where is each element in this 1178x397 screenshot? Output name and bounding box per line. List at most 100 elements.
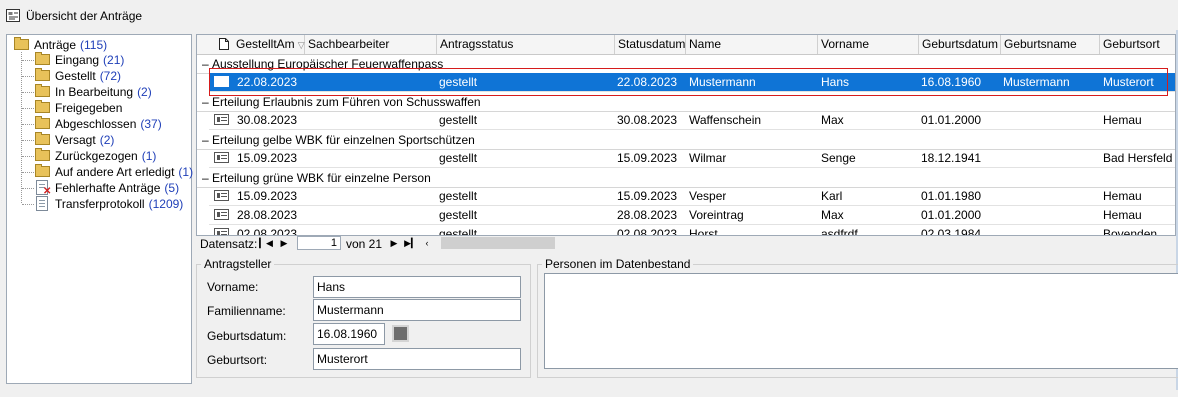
error-document-icon: ✕ [36,180,51,197]
tree-item-label: Versagt [55,133,96,147]
tree-item-label: Zurückgezogen [55,149,138,163]
collapse-icon[interactable]: – [202,131,209,149]
group-title: Erteilung grüne WBK für einzelne Person [212,171,431,185]
collapse-icon[interactable]: – [202,55,209,73]
cell-geburtsort: Hemau [1103,208,1142,222]
cell-vorname: Karl [821,189,843,203]
antraege-grid[interactable]: GestelltAm ▽ Sachbearbeiter Antragsstatus… [196,34,1176,236]
form-window-icon [6,9,20,22]
record-navigator: Datensatz: ▎◀ ▶ von 21 ▶ ▶▎ ‹ [196,234,556,252]
cell-name: Waffenschein [689,113,762,127]
sort-descending-icon: ▽ [297,40,305,50]
personen-list[interactable] [544,273,1178,369]
previous-record-button[interactable]: ▶ [276,236,292,251]
table-row[interactable]: 15.09.2023 gestellt 15.09.2023 Wilmar Se… [209,149,1175,168]
group-header[interactable]: – Erteilung gelbe WBK für einzelnen Spor… [197,131,1175,150]
collapse-icon[interactable]: – [202,169,209,187]
scroll-left-arrow-icon[interactable]: ‹ [421,236,433,251]
tree-item-count: (1) [178,165,194,179]
cell-antragsstatus: gestellt [439,113,478,127]
geburtsdatum-label: Geburtsdatum: [207,329,287,343]
tree-item-count: (2) [99,133,115,147]
record-card-icon [214,114,229,125]
cell-geburtsdatum: 01.01.2000 [921,113,982,127]
familienname-field[interactable]: Mustermann [313,299,521,321]
row-selector-header[interactable] [197,35,233,54]
table-row[interactable]: 30.08.2023 gestellt 30.08.2023 Waffensch… [209,111,1175,130]
tree-connector [22,76,34,77]
tree-item-count: (72) [99,69,122,83]
record-card-icon [214,152,229,163]
tree-item-label: Freigegeben [55,101,123,115]
window-titlebar: Übersicht der Anträge [0,0,1178,30]
vorname-field[interactable]: Hans [313,276,521,298]
cell-name: Voreintrag [689,208,744,222]
cell-statusdatum: 15.09.2023 [617,151,678,165]
geburtsort-label: Geburtsort: [207,353,268,367]
column-header-geburtsdatum[interactable]: Geburtsdatum [919,35,1001,54]
tree-item-count: (37) [140,117,162,131]
calendar-picker-button[interactable] [392,325,409,342]
tree-item-label: Eingang [55,53,100,67]
tree-connector [22,92,34,93]
cell-geburtsdatum: 02.03.1984 [921,227,982,236]
cell-gestelltam: 15.09.2023 [237,151,298,165]
collapse-icon[interactable]: – [202,93,209,111]
cell-gestelltam: 15.09.2023 [237,189,298,203]
cell-geburtsort: Hemau [1103,113,1142,127]
record-card-icon [214,190,229,201]
cell-geburtsdatum: 18.12.1941 [921,151,982,165]
column-header-gestelltam[interactable]: GestelltAm ▽ [233,35,305,54]
cell-statusdatum: 30.08.2023 [617,113,678,127]
cell-statusdatum: 28.08.2023 [617,208,678,222]
tree-connector [21,52,22,203]
tree-connector [22,188,34,189]
tree-item-count: (21) [103,53,125,67]
folder-icon [35,84,50,97]
next-record-button[interactable]: ▶ [386,236,402,251]
table-row[interactable]: 28.08.2023 gestellt 28.08.2023 Voreintra… [209,206,1175,225]
column-header-label: GestelltAm [236,37,295,51]
cell-vorname: Max [821,208,844,222]
tree-item-count: (1) [141,149,157,163]
current-record-input[interactable] [297,236,341,250]
tree-item-label: In Bearbeitung [55,85,134,99]
tree-connector [22,60,34,61]
geburtsdatum-field[interactable]: 16.08.1960 [313,323,385,345]
tree-connector [22,156,34,157]
tree-connector [22,204,34,205]
table-row[interactable]: 15.09.2023 gestellt 15.09.2023 Vesper Ka… [209,187,1175,206]
group-header[interactable]: – Erteilung grüne WBK für einzelne Perso… [197,169,1175,188]
cell-antragsstatus: gestellt [439,151,478,165]
cell-antragsstatus: gestellt [439,189,478,203]
column-header-statusdatum[interactable]: Statusdatum [615,35,686,54]
cell-vorname: asdfrdf [821,227,858,236]
personen-legend: Personen im Datenbestand [542,257,694,271]
tree-item-label: Fehlerhafte Anträge [55,181,161,195]
last-record-button[interactable]: ▶▎ [403,236,419,251]
folder-icon [35,100,50,113]
folder-icon [35,164,50,177]
tree-root-count: (115) [80,38,108,52]
cell-gestelltam: 28.08.2023 [237,208,298,222]
tree-root-label: Anträge [34,38,77,52]
personen-group: Personen im Datenbestand [537,257,1178,378]
tree-item-label: Abgeschlossen [55,117,137,131]
cell-vorname: Max [821,113,844,127]
horizontal-scrollbar[interactable] [441,237,555,249]
column-header-geburtsort[interactable]: Geburtsort [1100,35,1175,54]
tree-connector [22,124,34,125]
cell-geburtsort: Bad Hersfeld [1103,151,1173,165]
column-header-geburtsname[interactable]: Geburtsname [1001,35,1100,54]
column-header-name[interactable]: Name [686,35,818,54]
geburtsort-field[interactable]: Musterort [313,348,521,370]
column-header-vorname[interactable]: Vorname [818,35,919,54]
column-header-sachbearbeiter[interactable]: Sachbearbeiter [305,35,437,54]
tree-item-count: (5) [164,181,180,195]
column-header-antragsstatus[interactable]: Antragsstatus [437,35,615,54]
highlight-annotation-box [209,68,1168,96]
tree-item-count: (1209) [148,197,184,211]
navigator-label: Datensatz: [200,237,258,251]
first-record-button[interactable]: ▎◀ [258,236,274,251]
status-tree[interactable]: Anträge (115) Eingang (21) Gestellt (72) In… [6,34,194,384]
